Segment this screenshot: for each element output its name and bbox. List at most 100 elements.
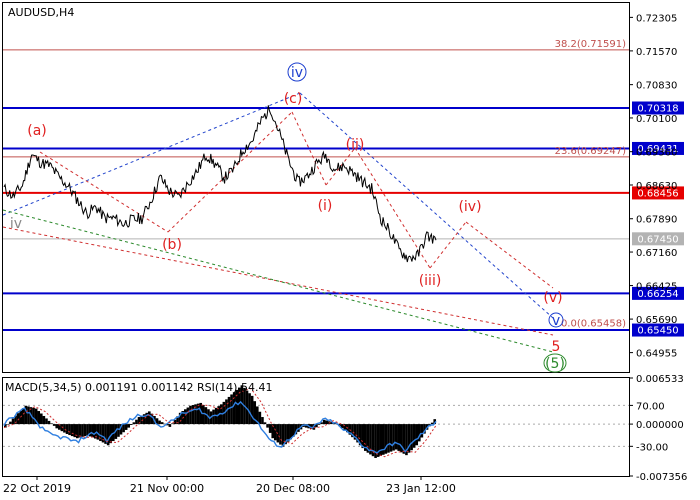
- macd-histogram-bar: [9, 421, 12, 425]
- macd-histogram-bar: [55, 424, 59, 429]
- wave-guide-blue-up: [2, 92, 301, 216]
- wave-label: (v): [543, 290, 562, 306]
- macd-histogram-bar: [274, 424, 277, 441]
- price-axis-tick-label: 0.66425: [636, 282, 677, 293]
- price-level-tag-label: 0.65450: [637, 326, 678, 337]
- macd-histogram-bar: [212, 409, 215, 425]
- price-axis-tick-label: 0.67160: [636, 248, 677, 259]
- macd-histogram-bar: [70, 424, 74, 437]
- wave-label: (a): [27, 123, 47, 139]
- macd-histogram-bar: [76, 424, 79, 439]
- wave-label: (iii): [419, 273, 442, 289]
- price-axis-tick-label: 0.64955: [636, 349, 677, 360]
- wave-label: (c): [284, 91, 303, 107]
- macd-histogram-bar: [317, 424, 321, 425]
- macd-histogram-bar: [415, 424, 419, 446]
- time-axis-tick-label: 20 Dec 08:00: [256, 482, 330, 495]
- wave-label: v: [552, 313, 560, 329]
- macd-histogram-bar: [168, 424, 172, 427]
- macd-histogram-bar: [6, 424, 10, 425]
- macd-histogram-bar: [230, 394, 233, 425]
- macd-histogram-bar: [420, 424, 424, 438]
- indicator-title: MACD(5,34,5) 0.001191 0.001142 RSI(14) 5…: [5, 381, 272, 394]
- macd-histogram-bar: [83, 424, 87, 437]
- macd-histogram-bar: [122, 424, 125, 433]
- price-axis-tick-label: 0.70830: [636, 81, 677, 92]
- macd-histogram-bar: [266, 424, 269, 428]
- macd-histogram-bar: [65, 424, 69, 434]
- price-axis-tick-label: 0.70100: [636, 114, 677, 125]
- indicator-axis-tick-label: -0.007356: [636, 472, 687, 483]
- macd-histogram-bar: [171, 423, 174, 425]
- macd-histogram-bar: [268, 424, 272, 433]
- wave-label: (ii): [346, 137, 365, 153]
- chart-window: 0.70318 0.69431 0.68456 0.67450 0.66254 0.654…: [0, 0, 700, 500]
- indicator-axis-tick-label: 70.00: [636, 401, 665, 412]
- macd-histogram-bar: [135, 419, 138, 425]
- macd-histogram-bar: [47, 420, 51, 425]
- wave-label: iv: [10, 216, 22, 232]
- macd-histogram-bar: [158, 420, 161, 425]
- time-axis-tick-label: 23 Jan 12:00: [386, 482, 456, 495]
- macd-histogram-bar: [392, 424, 395, 451]
- macd-histogram-bar: [248, 393, 251, 425]
- macd-histogram-bar: [160, 422, 164, 425]
- macd-histogram-bar: [11, 418, 15, 425]
- indicator-axis-tick-label: -30.00: [636, 442, 668, 453]
- macd-histogram-bar: [45, 418, 48, 425]
- macd-histogram-bar: [22, 408, 25, 425]
- macd-histogram-bar: [394, 424, 398, 450]
- macd-histogram-bar: [410, 424, 413, 451]
- macd-histogram-bar: [430, 422, 434, 425]
- macd-histogram-bar: [389, 424, 393, 452]
- macd-histogram-bar: [191, 405, 195, 425]
- macd-histogram-bar: [387, 424, 390, 453]
- macd-histogram-bar: [42, 415, 46, 425]
- indicator-axis-tick-label: 0.006533: [636, 374, 684, 385]
- macd-histogram-bar: [127, 424, 131, 428]
- price-axis-tick-label: 0.65690: [636, 315, 677, 326]
- macd-histogram-bar: [325, 420, 329, 425]
- fib-level-label: 38.2(0.71591): [555, 39, 627, 50]
- macd-histogram-bar: [16, 413, 20, 425]
- macd-histogram-bar: [232, 392, 236, 425]
- macd-histogram-bar: [91, 424, 95, 438]
- macd-histogram-bar: [68, 424, 71, 436]
- time-axis-tick-label: 22 Oct 2019: [3, 482, 71, 495]
- macd-histogram-bar: [261, 417, 264, 425]
- price-level-tag-label: 0.70318: [637, 103, 678, 114]
- macd-histogram-bar: [250, 395, 254, 425]
- wave-label: iv: [291, 65, 303, 81]
- fib-level-label: 23.6(0.69247): [555, 146, 627, 157]
- wave-guide-red-ii-iii: [354, 147, 431, 269]
- macd-histogram-bar: [361, 424, 365, 449]
- wave-guide-red-iii-iv: [429, 221, 467, 269]
- macd-histogram-bar: [32, 407, 35, 425]
- macd-histogram-bar: [124, 424, 128, 430]
- macd-histogram-bar: [52, 424, 56, 426]
- macd-histogram-bar: [50, 423, 53, 425]
- macd-histogram-bar: [40, 413, 43, 425]
- wave-guide-red-b-c: [167, 111, 293, 233]
- price-axis-tick-label: 0.68630: [636, 181, 677, 192]
- wave-label: (iv): [458, 199, 481, 215]
- macd-histogram-bar: [397, 424, 401, 451]
- macd-histogram-bar: [37, 411, 41, 425]
- macd-histogram-bar: [117, 424, 120, 437]
- macd-histogram-bar: [63, 424, 66, 433]
- macd-histogram-bar: [81, 424, 84, 437]
- macd-histogram-bar: [202, 405, 205, 425]
- price-axis-tick-label: 0.67890: [636, 215, 677, 226]
- macd-histogram-bar: [227, 396, 231, 425]
- macd-histogram-bar: [412, 424, 416, 448]
- chart-svg: 0.703180.694310.684560.674500.662540.654…: [2, 2, 687, 495]
- macd-histogram-bar: [148, 411, 151, 425]
- main-chart-title: AUDUSD,H4: [8, 6, 74, 19]
- macd-histogram-bar: [132, 422, 136, 425]
- price-level-tag-label: 0.67450: [637, 234, 678, 245]
- macd-histogram-bar: [258, 411, 262, 425]
- time-axis-tick-label: 21 Nov 00:00: [130, 482, 204, 495]
- macd-histogram-bar: [184, 409, 187, 425]
- indicator-axis-tick-label: 0.000000: [636, 420, 684, 431]
- price-axis-tick-label: 0.72305: [636, 13, 677, 24]
